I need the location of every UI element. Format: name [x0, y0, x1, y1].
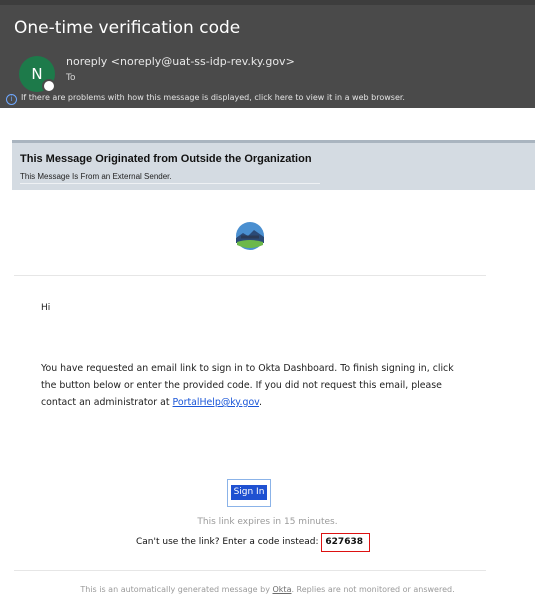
- footer-divider: [14, 570, 486, 571]
- okta-link[interactable]: Okta: [273, 585, 292, 594]
- external-banner-subtitle: This Message Is From an External Sender.: [20, 172, 172, 181]
- presence-status-icon: [42, 79, 56, 93]
- banner-divider: [20, 183, 320, 184]
- greeting: Hi: [41, 303, 51, 313]
- content-divider: [14, 275, 486, 276]
- verification-code-line: Can't use the link? Enter a code instead…: [136, 533, 370, 552]
- verification-code[interactable]: 627638: [321, 533, 370, 552]
- code-prompt: Can't use the link? Enter a code instead…: [136, 537, 319, 547]
- view-in-browser-infobar[interactable]: i If there are problems with how this mes…: [6, 93, 405, 105]
- email-header: One-time verification code N noreply <no…: [0, 0, 535, 108]
- support-email-link[interactable]: PortalHelp@ky.gov: [173, 397, 259, 408]
- infobar-text: If there are problems with how this mess…: [21, 93, 405, 102]
- sign-in-button-frame[interactable]: Sign In: [227, 479, 271, 507]
- external-sender-banner: This Message Originated from Outside the…: [12, 140, 535, 190]
- body-paragraph: You have requested an email link to sign…: [41, 360, 461, 411]
- footer-text-before: This is an automatically generated messa…: [80, 585, 270, 594]
- link-expiry-text: This link expires in 15 minutes.: [197, 517, 338, 527]
- kentucky-logo-icon: [236, 222, 264, 250]
- header-top-strip: [0, 0, 535, 5]
- body-paragraph-end: .: [259, 397, 262, 408]
- avatar-initial: N: [31, 65, 43, 83]
- footer-text-after: . Replies are not monitored or answered.: [291, 585, 455, 594]
- sign-in-button[interactable]: Sign In: [231, 485, 267, 500]
- sender-address[interactable]: noreply <noreply@uat-ss-idp-rev.ky.gov>: [66, 55, 295, 68]
- info-icon: i: [6, 94, 17, 105]
- sender-avatar[interactable]: N: [19, 56, 56, 93]
- footer-notice: This is an automatically generated messa…: [0, 585, 535, 594]
- to-label: To: [66, 73, 76, 83]
- email-subject: One-time verification code: [14, 18, 241, 38]
- external-banner-title: This Message Originated from Outside the…: [20, 153, 312, 165]
